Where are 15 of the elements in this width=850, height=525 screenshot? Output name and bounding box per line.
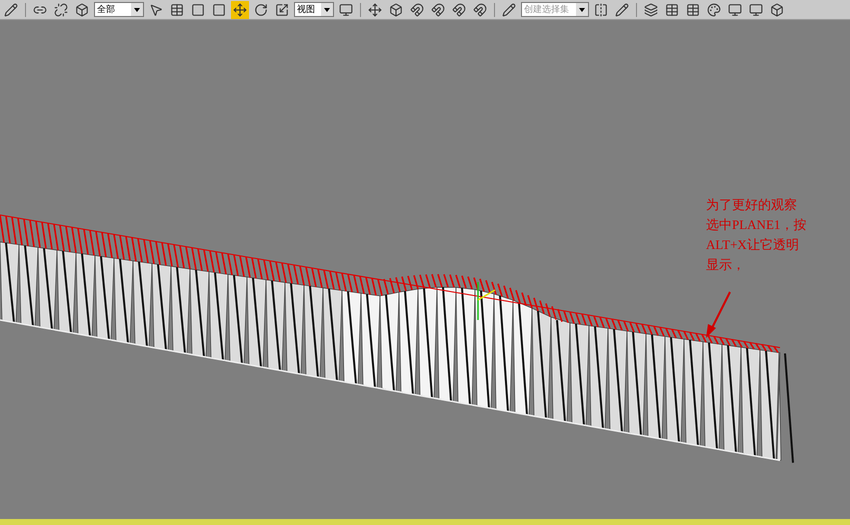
caret-icon bbox=[576, 3, 588, 16]
magnet-icon[interactable] bbox=[408, 0, 426, 18]
unlink-icon[interactable] bbox=[52, 0, 70, 18]
annotation-text: 为了更好的观察 选中PLANE1，按 ALT+X让它透明 显示， bbox=[706, 196, 806, 274]
mirror-icon[interactable] bbox=[592, 0, 610, 18]
arrow bbox=[706, 292, 731, 338]
dropdown[interactable]: 全部 bbox=[94, 2, 144, 17]
caret-icon bbox=[131, 3, 143, 16]
dropdown[interactable]: 视图 bbox=[294, 2, 334, 17]
gizmo-icon bbox=[477, 282, 496, 320]
layers-icon[interactable] bbox=[642, 0, 660, 18]
caret-icon bbox=[321, 3, 333, 16]
cube-icon[interactable] bbox=[387, 0, 405, 18]
pencil-icon[interactable] bbox=[2, 0, 20, 18]
move-icon[interactable] bbox=[231, 0, 249, 18]
